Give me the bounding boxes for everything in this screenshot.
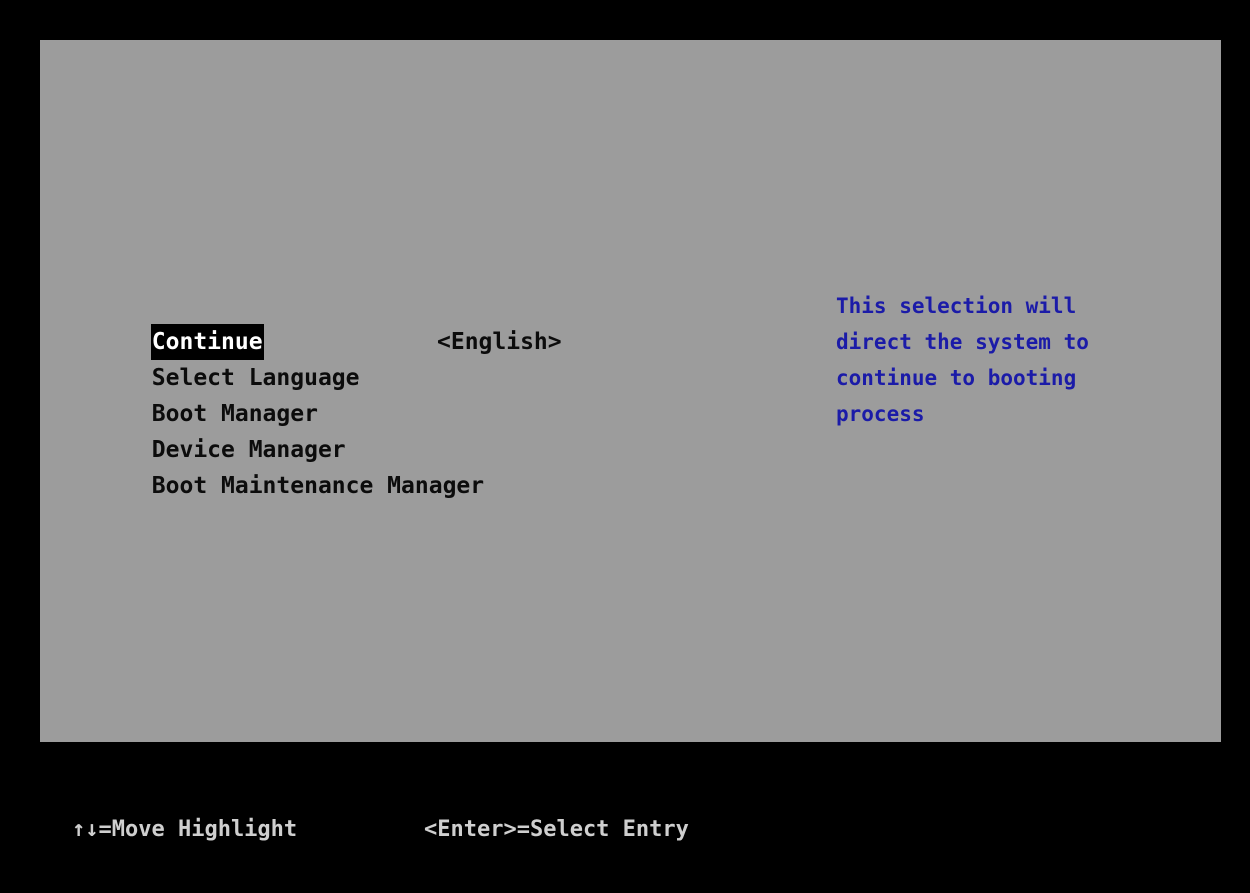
menu-item-device-manager[interactable]: Device Manager bbox=[40, 396, 800, 463]
help-line: This selection will bbox=[836, 294, 1077, 318]
menu-item-select-language[interactable]: Select Language <English> bbox=[40, 324, 800, 391]
select-entry-hint: <Enter>=Select Entry bbox=[424, 817, 689, 842]
menu-item-continue[interactable]: Continue bbox=[40, 288, 800, 360]
help-line: process bbox=[836, 402, 925, 426]
language-value[interactable]: <English> bbox=[437, 324, 562, 360]
setup-panel: Continue Select Language <English> Boot … bbox=[40, 40, 1221, 742]
bios-screen: Continue Select Language <English> Boot … bbox=[0, 0, 1250, 893]
help-line: direct the system to bbox=[836, 330, 1089, 354]
menu-item-boot-manager[interactable]: Boot Manager bbox=[40, 360, 800, 427]
move-highlight-hint: ↑↓=Move Highlight bbox=[72, 817, 298, 842]
menu-item-label: Boot Maintenance Manager bbox=[151, 473, 485, 499]
menu-item-boot-maintenance-manager[interactable]: Boot Maintenance Manager bbox=[40, 432, 800, 499]
main-menu: Continue Select Language <English> Boot … bbox=[40, 288, 800, 499]
help-text: This selection will direct the system to… bbox=[836, 288, 1176, 432]
help-line: continue to booting bbox=[836, 366, 1077, 390]
